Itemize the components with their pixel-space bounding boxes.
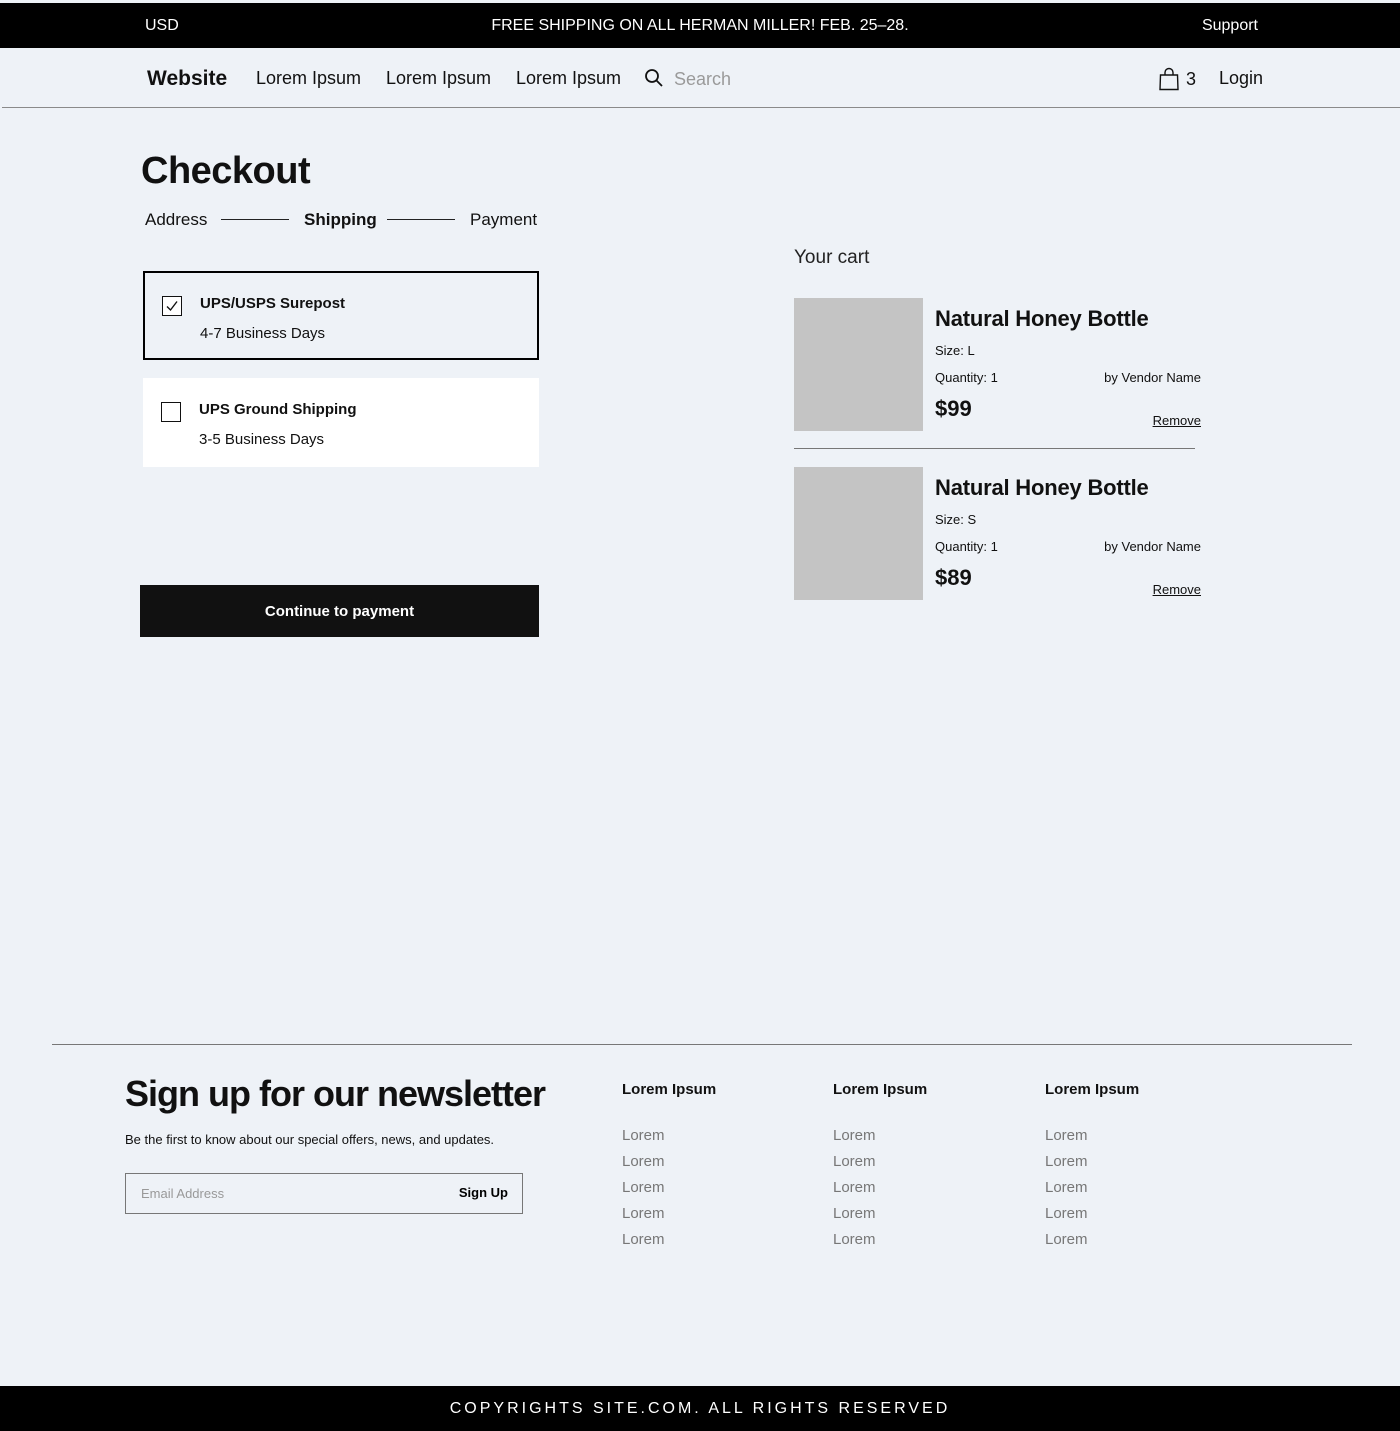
product-size: Size: S [935,512,977,527]
product-image[interactable] [794,467,923,600]
footer-link[interactable]: Lorem [622,1179,782,1205]
product-vendor: by Vendor Name [1104,539,1201,554]
announcement-bar: USD FREE SHIPPING ON ALL HERMAN MILLER! … [0,3,1400,48]
product-quantity: Quantity: 1 [935,370,998,385]
product-price: $99 [935,396,972,421]
search-input[interactable] [674,66,894,92]
continue-to-payment-button[interactable]: Continue to payment [140,585,539,637]
login-link[interactable]: Login [1219,68,1263,89]
footer-link[interactable]: Lorem [622,1231,782,1257]
site-logo[interactable]: Website [147,67,227,91]
cart-item: Natural Honey Bottle Size: S Quantity: 1… [794,466,1204,600]
footer-column: Lorem Ipsum Lorem Lorem Lorem Lorem Lore… [622,1081,782,1257]
remove-link[interactable]: Remove [1153,413,1201,428]
step-address[interactable]: Address [145,210,207,230]
footer-divider [52,1044,1352,1045]
footer-link[interactable]: Lorem [622,1205,782,1231]
shipping-option-days: 4-7 Business Days [200,325,326,342]
footer-link[interactable]: Lorem [622,1127,782,1153]
nav-link-3[interactable]: Lorem Ipsum [516,68,621,89]
footer-column-heading: Lorem Ipsum [833,1081,928,1098]
step-shipping[interactable]: Shipping [304,210,377,230]
sign-up-button[interactable]: Sign Up [459,1185,508,1200]
cart-divider [794,448,1195,449]
shipping-option-name: UPS Ground Shipping [199,401,357,418]
footer-link[interactable]: Lorem [833,1205,993,1231]
footer-link[interactable]: Lorem [1045,1127,1205,1153]
shipping-option-days: 3-5 Business Days [199,431,325,448]
footer-link[interactable]: Lorem [1045,1179,1205,1205]
cart-item: Natural Honey Bottle Size: L Quantity: 1… [794,297,1204,431]
product-price: $89 [935,565,972,590]
product-size: Size: L [935,343,975,358]
shipping-option-ground[interactable]: UPS Ground Shipping 3-5 Business Days [143,378,539,467]
footer-link[interactable]: Lorem [833,1127,993,1153]
nav-link-2[interactable]: Lorem Ipsum [386,68,491,89]
shipping-option-surepost[interactable]: UPS/USPS Surepost 4-7 Business Days [143,271,539,360]
footer-column-heading: Lorem Ipsum [1045,1081,1140,1098]
newsletter-form: Sign Up [125,1173,523,1214]
footer-column: Lorem Ipsum Lorem Lorem Lorem Lorem Lore… [833,1081,993,1257]
promo-text: FREE SHIPPING ON ALL HERMAN MILLER! FEB.… [491,17,909,34]
footer-link[interactable]: Lorem [1045,1153,1205,1179]
footer-link[interactable]: Lorem [833,1231,993,1257]
cart-button[interactable]: 3 [1158,66,1204,92]
support-link[interactable]: Support [1202,17,1258,35]
search-icon[interactable] [644,68,664,88]
product-quantity: Quantity: 1 [935,539,998,554]
search-bar [644,66,904,92]
checkbox-checked[interactable] [162,296,182,316]
cart-title: Your cart [794,247,870,268]
footer-link[interactable]: Lorem [622,1153,782,1179]
newsletter-title: Sign up for our newsletter [125,1073,546,1114]
shopping-bag-icon [1159,67,1179,91]
footer-link[interactable]: Lorem [1045,1205,1205,1231]
cart-count: 3 [1186,69,1197,89]
newsletter-subtitle: Be the first to know about our special o… [125,1132,495,1147]
footer-link[interactable]: Lorem [1045,1231,1205,1257]
product-name[interactable]: Natural Honey Bottle [935,306,1149,332]
product-vendor: by Vendor Name [1104,370,1201,385]
shipping-option-name: UPS/USPS Surepost [200,295,346,312]
copyright-bar: COPYRIGHTS SITE.COM. ALL RIGHTS RESERVED [0,1386,1400,1431]
footer-link[interactable]: Lorem [833,1153,993,1179]
product-name[interactable]: Natural Honey Bottle [935,475,1149,501]
footer-column: Lorem Ipsum Lorem Lorem Lorem Lorem Lore… [1045,1081,1205,1257]
checkmark-icon [166,301,178,312]
footer-column-heading: Lorem Ipsum [622,1081,717,1098]
remove-link[interactable]: Remove [1153,582,1201,597]
step-divider [221,219,289,220]
step-payment[interactable]: Payment [470,210,537,230]
nav-link-1[interactable]: Lorem Ipsum [256,68,361,89]
main-nav: Website Lorem Ipsum Lorem Ipsum Lorem Ip… [2,48,1400,108]
email-field[interactable] [126,1174,426,1213]
step-divider [387,219,455,220]
checkbox-unchecked[interactable] [161,402,181,422]
page-title: Checkout [141,150,311,192]
footer-link[interactable]: Lorem [833,1179,993,1205]
product-image[interactable] [794,298,923,431]
